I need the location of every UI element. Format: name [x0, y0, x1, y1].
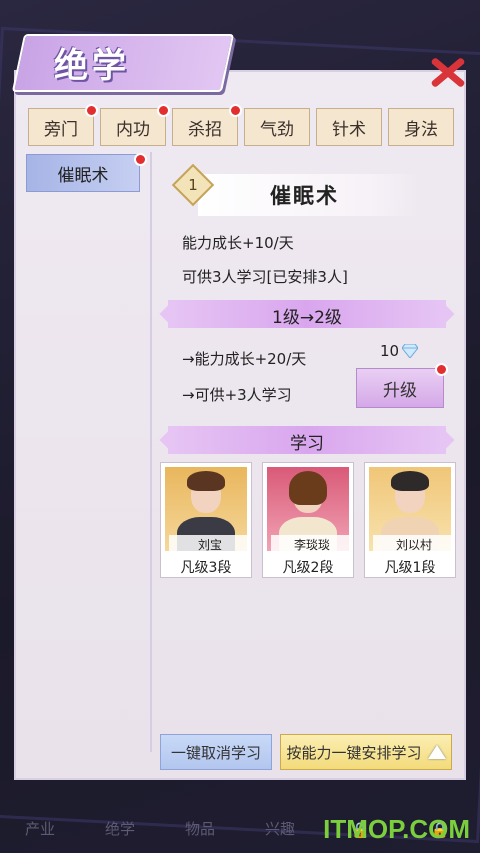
- student-rank: 凡级1段: [384, 560, 436, 576]
- skill-list-item[interactable]: 催眠术: [26, 153, 147, 192]
- student-card[interactable]: 李琰琰 凡级2段: [262, 462, 354, 578]
- student-portrait: 李琰琰: [267, 467, 349, 551]
- skill-growth: 能力成长+10/天: [182, 234, 294, 252]
- student-cards: 刘宝 凡级3段 李琰琰 凡级2段 刘以村 凡级1段: [160, 462, 456, 578]
- tab-neigong[interactable]: 内功: [100, 104, 170, 146]
- notification-dot: [157, 104, 170, 117]
- nav-interests[interactable]: 兴趣: [248, 818, 312, 839]
- skill-capacity: 可供3人学习[已安排3人]: [182, 268, 348, 286]
- category-tabs: 旁门 内功 杀招 气劲 针术 身法: [28, 104, 454, 146]
- next-capacity: →可供+3人学习: [182, 386, 292, 404]
- student-portrait: 刘宝: [165, 467, 247, 551]
- student-portrait: 刘以村: [369, 467, 451, 551]
- nav-items[interactable]: 物品: [168, 818, 232, 839]
- student-name: 李琰琰: [271, 535, 349, 551]
- next-growth: →能力成长+20/天: [182, 350, 307, 368]
- upgrade-cost: 10: [380, 342, 400, 360]
- student-name: 刘宝: [169, 535, 247, 551]
- upgrade-button[interactable]: 升级: [356, 363, 448, 408]
- student-card[interactable]: 刘以村 凡级1段: [364, 462, 456, 578]
- student-name: 刘以村: [373, 535, 451, 551]
- skill-level-number: 1: [188, 176, 198, 194]
- skill-name: 催眠术: [270, 184, 339, 208]
- tab-pangmen[interactable]: 旁门: [28, 104, 98, 146]
- level-up-text: 1级→2级: [272, 308, 342, 328]
- notification-dot: [435, 363, 448, 376]
- nav-skills[interactable]: 绝学: [88, 818, 152, 839]
- watermark: ITMOP.COM: [323, 814, 470, 844]
- cancel-all-study-button[interactable]: 一键取消学习: [160, 734, 272, 770]
- nav-industry[interactable]: 产业: [8, 818, 72, 839]
- tab-qijin[interactable]: 气劲: [244, 108, 310, 146]
- level-up-bar: 1级→2级: [159, 300, 455, 328]
- student-card[interactable]: 刘宝 凡级3段: [160, 462, 252, 578]
- study-header: 学习: [290, 434, 324, 454]
- diamond-gem-icon: [402, 344, 418, 358]
- tab-zhenshu[interactable]: 针术: [316, 108, 382, 146]
- tab-shazhao[interactable]: 杀招: [172, 104, 242, 146]
- study-header-bar: 学习: [159, 426, 455, 454]
- student-rank: 凡级3段: [180, 560, 232, 576]
- close-button[interactable]: [424, 52, 470, 92]
- auto-assign-study-button[interactable]: 按能力一键安排学习: [280, 734, 452, 770]
- notification-dot: [134, 153, 147, 166]
- tab-shenfa[interactable]: 身法: [388, 108, 454, 146]
- student-rank: 凡级2段: [282, 560, 334, 576]
- notification-dot: [229, 104, 242, 117]
- page-title: 绝学: [54, 46, 130, 86]
- skill-list: 催眠术: [26, 152, 152, 752]
- triangle-up-icon: [427, 745, 446, 759]
- notification-dot: [85, 104, 98, 117]
